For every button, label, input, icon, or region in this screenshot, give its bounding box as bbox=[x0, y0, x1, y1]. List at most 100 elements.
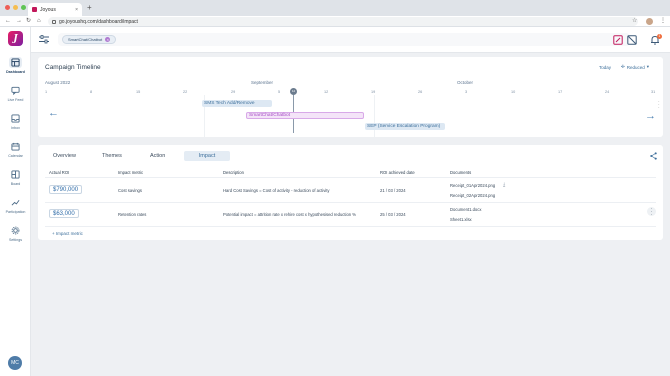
zoom-icon: ✣ bbox=[621, 64, 625, 69]
sidebar-item-inbox[interactable]: Inbox bbox=[0, 113, 31, 133]
tick-label: 5 bbox=[278, 90, 281, 94]
row-more-options-icon[interactable]: · · · bbox=[647, 207, 656, 218]
home-icon[interactable]: ⌂ bbox=[37, 17, 41, 26]
roi-value[interactable]: $790,000 bbox=[49, 185, 83, 194]
grid-line bbox=[374, 95, 375, 137]
tick-label: 31 bbox=[651, 90, 656, 94]
column-header-impact-metric: Impact metric bbox=[118, 170, 144, 175]
tick-label: 10 bbox=[511, 90, 516, 94]
calendar-icon bbox=[11, 142, 20, 151]
browser-menu-icon[interactable]: ⋮ bbox=[660, 17, 666, 26]
sidebar-item-participation[interactable]: Participation bbox=[0, 197, 31, 217]
month-label: October bbox=[457, 80, 474, 85]
timeline-bar-smartchat[interactable]: SmartChat/Chatbot bbox=[246, 112, 364, 119]
impact-metric-cell: Cost savings bbox=[118, 188, 142, 193]
timeline-bar-sms[interactable]: SMS Tech Add/Remove bbox=[202, 100, 272, 107]
gear-icon bbox=[11, 226, 20, 235]
tab-close-button[interactable]: × bbox=[75, 7, 78, 13]
joyous-favicon-icon bbox=[32, 7, 37, 12]
forward-icon[interactable]: → bbox=[16, 17, 22, 26]
description-cell: Potential impact = attrition rate x rehi… bbox=[223, 212, 357, 217]
address-bar: ← → ↻ ⌂ go.joyoushq.com/dashboard/impact… bbox=[0, 16, 670, 27]
sidebar-item-label: Dashboard bbox=[6, 70, 25, 74]
notification-badge: 1 bbox=[657, 34, 662, 39]
tab-themes[interactable]: Themes bbox=[93, 151, 131, 161]
timeline-next-arrow-icon[interactable]: → bbox=[645, 111, 656, 122]
roi-value[interactable]: $63,000 bbox=[49, 209, 79, 218]
tab-impact[interactable]: Impact bbox=[184, 151, 230, 161]
roi-date-cell: 25 / 03 / 2024 bbox=[380, 212, 406, 217]
add-impact-metric-button[interactable]: + Impact metric bbox=[52, 231, 83, 236]
bookmark-star-icon[interactable]: ☆ bbox=[632, 17, 637, 26]
today-marker: 12 bbox=[290, 88, 297, 95]
campaign-timeline-card: Campaign Timeline Today ✣ Reduced ▾ Augu… bbox=[38, 57, 663, 137]
document-link[interactable]: Document1.docx bbox=[450, 207, 481, 212]
month-label: September bbox=[251, 80, 274, 85]
row-divider bbox=[45, 226, 656, 227]
tick-label: 19 bbox=[371, 90, 376, 94]
window-minimize-button[interactable] bbox=[13, 5, 18, 10]
chat-icon bbox=[11, 86, 20, 95]
board-icon bbox=[11, 170, 20, 179]
impact-metric-cell: Retention rates bbox=[118, 212, 147, 217]
reload-icon[interactable]: ↻ bbox=[26, 17, 31, 26]
tick-label: 3 bbox=[465, 90, 468, 94]
document-link[interactable]: Receipt_01Apr2024.png bbox=[450, 183, 495, 188]
url-field[interactable]: go.joyoushq.com/dashboard/impact bbox=[48, 17, 638, 26]
user-avatar[interactable]: MC bbox=[8, 356, 22, 370]
sidebar-item-label: Board bbox=[10, 182, 21, 186]
tick-label: 17 bbox=[558, 90, 563, 94]
sidebar-item-dashboard[interactable]: Dashboard bbox=[0, 57, 31, 77]
tick-label: 29 bbox=[231, 90, 236, 94]
sidebar: J Dashboard Live Feed Inbox Calendar Boa… bbox=[0, 27, 31, 376]
url-text: go.joyoushq.com/dashboard/impact bbox=[59, 18, 138, 25]
sidebar-item-label: Inbox bbox=[11, 126, 20, 130]
joyous-logo[interactable]: J bbox=[8, 31, 23, 46]
window-maximize-button[interactable] bbox=[21, 5, 26, 10]
column-header-actual-roi: Actual ROI bbox=[49, 170, 70, 175]
inbox-icon bbox=[11, 114, 20, 123]
download-icon[interactable]: ⤓ bbox=[503, 182, 505, 188]
sidebar-item-label: Settings bbox=[9, 238, 22, 242]
today-button[interactable]: Today bbox=[599, 65, 611, 70]
new-tab-button[interactable]: + bbox=[87, 4, 92, 12]
campaign-chip[interactable]: SmartChat/Chatbot × bbox=[62, 35, 117, 44]
sidebar-item-calendar[interactable]: Calendar bbox=[0, 141, 31, 161]
dashboard-icon bbox=[11, 58, 20, 67]
tab-action[interactable]: Action bbox=[141, 151, 174, 161]
column-header-roi-date: ROI achieved date bbox=[380, 170, 415, 175]
header-divider bbox=[45, 177, 656, 178]
tick-label: 26 bbox=[418, 90, 423, 94]
filter-sliders-icon[interactable] bbox=[39, 35, 49, 44]
browser-profile-avatar[interactable] bbox=[646, 18, 653, 25]
document-link[interactable]: Receipt_02Apr2024.png bbox=[450, 193, 495, 198]
timeline-bar-sep[interactable]: SEP (Service Escalation Program) bbox=[365, 123, 445, 130]
description-cell: Hard Cost Savings = Cost of activity - r… bbox=[223, 188, 330, 193]
chip-remove-button[interactable]: × bbox=[105, 37, 111, 42]
timeline-prev-arrow-icon[interactable]: ← bbox=[48, 108, 59, 119]
back-icon[interactable]: ← bbox=[5, 17, 11, 26]
browser-tab-title: Joyous bbox=[40, 6, 56, 13]
sidebar-item-board[interactable]: Board bbox=[0, 169, 31, 189]
share-icon[interactable] bbox=[650, 152, 657, 160]
tick-label: 12 bbox=[324, 90, 329, 94]
column-header-description: Description bbox=[223, 170, 244, 175]
chevron-down-icon: ▾ bbox=[646, 64, 650, 69]
document-link[interactable]: Sheet1.xlsx bbox=[450, 217, 472, 222]
window-close-button[interactable] bbox=[5, 5, 10, 10]
sidebar-item-label: Calendar bbox=[8, 154, 23, 158]
edit-window-icon[interactable] bbox=[613, 35, 623, 45]
browser-tab[interactable]: Joyous × bbox=[28, 3, 82, 16]
hide-panel-icon[interactable] bbox=[627, 35, 637, 45]
zoom-dropdown[interactable]: ✣ Reduced ▾ bbox=[621, 64, 649, 70]
lock-icon bbox=[52, 19, 56, 24]
row-divider bbox=[45, 202, 656, 203]
tick-label: 1 bbox=[45, 90, 48, 94]
month-label: August 2022 bbox=[45, 80, 71, 85]
tab-overview[interactable]: Overview bbox=[44, 151, 85, 161]
tick-label: 8 bbox=[90, 90, 93, 94]
campaign-filter-bar[interactable]: SmartChat/Chatbot × bbox=[58, 33, 630, 46]
sidebar-item-label: Live Feed bbox=[7, 98, 24, 102]
sidebar-item-settings[interactable]: Settings bbox=[0, 225, 31, 245]
sidebar-item-live-feed[interactable]: Live Feed bbox=[0, 85, 31, 105]
